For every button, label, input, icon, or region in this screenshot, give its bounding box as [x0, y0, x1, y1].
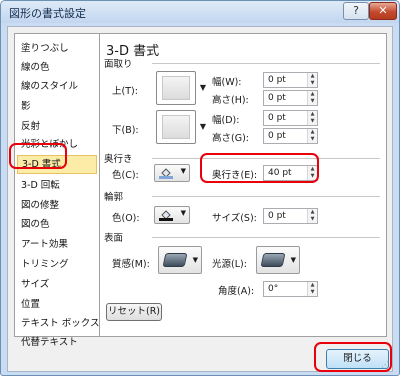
contour-size-label: サイズ(S): — [212, 213, 257, 224]
title-bar: 図形の書式設定 ? ✕ — [1, 1, 399, 23]
contour-section-heading: 輪郭 — [104, 192, 124, 203]
category-picture-color[interactable]: 図の色 — [21, 216, 50, 230]
contour-color-label: 色(O): — [112, 213, 140, 224]
bevel-top-height-input[interactable]: 0 pt ▲ ▼ — [263, 90, 318, 106]
category-size[interactable]: サイズ — [21, 276, 49, 290]
resize-grip-icon[interactable]: ⋰ — [381, 360, 391, 370]
bevel-top-label: 上(T): — [112, 86, 138, 97]
bevel-top-width-value: 0 pt — [268, 75, 286, 85]
bevel-bottom-height-value: 0 pt — [268, 131, 286, 141]
bevel-top-width-input[interactable]: 0 pt ▲ ▼ — [263, 72, 318, 88]
bevel-bottom-picker[interactable] — [156, 110, 196, 144]
material-preview-icon — [162, 253, 188, 267]
contour-color-swatch — [159, 218, 173, 221]
contour-size-value: 0 pt — [268, 211, 286, 221]
chevron-down-icon: ▼ — [192, 256, 198, 264]
material-label: 質感(M): — [112, 259, 150, 270]
bevel-top-width-label: 幅(W): — [212, 77, 242, 88]
depth-color-swatch — [159, 176, 173, 179]
angle-value: 0° — [268, 284, 279, 294]
contour-color-button[interactable]: ▼ — [154, 206, 190, 224]
bevel-bottom-height-input[interactable]: 0 pt ▲ ▼ — [263, 128, 318, 144]
lighting-preview-icon — [260, 253, 286, 267]
spinner-arrows-icon[interactable]: ▲ ▼ — [307, 73, 317, 87]
spinner-arrows-icon[interactable]: ▲ ▼ — [307, 111, 317, 125]
angle-input[interactable]: 0° ▲ ▼ — [263, 281, 318, 297]
depth-color-label: 色(C): — [112, 170, 139, 181]
spinner-arrows-icon[interactable]: ▲ ▼ — [307, 166, 317, 180]
settings-panel: 3-D 書式 面取り 上(T): ▼ 幅(W): 0 pt ▲ ▼ 高さ(H): 0… — [99, 33, 387, 337]
lighting-button[interactable]: ▼ — [256, 246, 300, 274]
lighting-label: 光源(L): — [212, 259, 247, 270]
depth-color-button[interactable]: ▼ — [154, 164, 190, 182]
depth-separator — [152, 158, 380, 159]
help-button[interactable]: ? — [343, 2, 369, 20]
bevel-bottom-width-label: 幅(D): — [212, 115, 240, 126]
bevel-bottom-width-value: 0 pt — [268, 113, 286, 123]
chevron-down-icon[interactable]: ▼ — [198, 120, 208, 134]
contour-size-input[interactable]: 0 pt ▲ ▼ — [263, 208, 318, 224]
category-crop[interactable]: トリミング — [21, 256, 69, 270]
depth-section-heading: 奥行き — [104, 154, 133, 165]
bevel-separator — [152, 63, 380, 64]
bevel-section-heading: 面取り — [104, 59, 133, 70]
surface-separator — [152, 237, 380, 238]
category-line-style[interactable]: 線のスタイル — [21, 78, 78, 92]
spinner-arrows-icon[interactable]: ▲ ▼ — [307, 129, 317, 143]
category-list: 塗りつぶし 線の色 線のスタイル 影 反射 光彩とぼかし 3-D 書式 3-D … — [14, 33, 100, 348]
depth-value: 40 pt — [268, 168, 292, 178]
surface-section-heading: 表面 — [104, 233, 124, 244]
dialog-title: 図形の書式設定 — [9, 7, 86, 20]
depth-input[interactable]: 40 pt ▲ ▼ — [263, 165, 318, 181]
bevel-bottom-height-label: 高さ(G): — [212, 133, 249, 144]
category-alt-text[interactable]: 代替テキスト — [21, 334, 78, 348]
close-button[interactable]: 閉じる — [326, 349, 389, 369]
spinner-arrows-icon[interactable]: ▲ ▼ — [307, 209, 317, 223]
dialog-body: 塗りつぶし 線の色 線のスタイル 影 反射 光彩とぼかし 3-D 書式 3-D … — [7, 26, 393, 372]
contour-separator — [152, 196, 380, 197]
category-3d-format[interactable]: 3-D 書式 — [17, 155, 97, 174]
bevel-top-preview — [162, 76, 190, 100]
material-button[interactable]: ▼ — [158, 246, 202, 274]
chevron-down-icon: ▼ — [290, 256, 296, 264]
bevel-bottom-width-input[interactable]: 0 pt ▲ ▼ — [263, 110, 318, 126]
category-text-box[interactable]: テキスト ボックス — [21, 315, 99, 329]
depth-label: 奥行き(E): — [212, 170, 258, 181]
reset-button[interactable]: リセット(R) — [106, 303, 162, 321]
chevron-down-icon: ▼ — [180, 209, 186, 217]
window-close-button[interactable]: ✕ — [369, 2, 397, 20]
category-glow-soft-edges[interactable]: 光彩とぼかし — [21, 136, 78, 150]
category-3d-rotation[interactable]: 3-D 回転 — [21, 177, 60, 191]
bevel-bottom-label: 下(B): — [112, 125, 139, 136]
chevron-down-icon[interactable]: ▼ — [198, 81, 208, 95]
chevron-down-icon: ▼ — [180, 167, 186, 175]
spinner-arrows-icon[interactable]: ▲ ▼ — [307, 282, 317, 296]
bevel-top-picker[interactable] — [156, 71, 196, 105]
category-line-color[interactable]: 線の色 — [21, 59, 50, 73]
category-position[interactable]: 位置 — [21, 296, 40, 310]
spinner-arrows-icon[interactable]: ▲ ▼ — [307, 91, 317, 105]
category-artistic-effects[interactable]: アート効果 — [21, 236, 68, 250]
category-reflection[interactable]: 反射 — [21, 118, 40, 132]
category-shadow[interactable]: 影 — [21, 98, 31, 112]
bevel-bottom-preview — [162, 115, 190, 139]
bevel-top-height-label: 高さ(H): — [212, 95, 249, 106]
angle-label: 角度(A): — [218, 286, 255, 297]
category-fill[interactable]: 塗りつぶし — [21, 40, 69, 54]
bevel-top-height-value: 0 pt — [268, 93, 286, 103]
format-shape-dialog: 図形の書式設定 ? ✕ 塗りつぶし 線の色 線のスタイル 影 反射 光彩とぼかし… — [0, 0, 400, 376]
category-picture-corrections[interactable]: 図の修整 — [21, 197, 59, 211]
